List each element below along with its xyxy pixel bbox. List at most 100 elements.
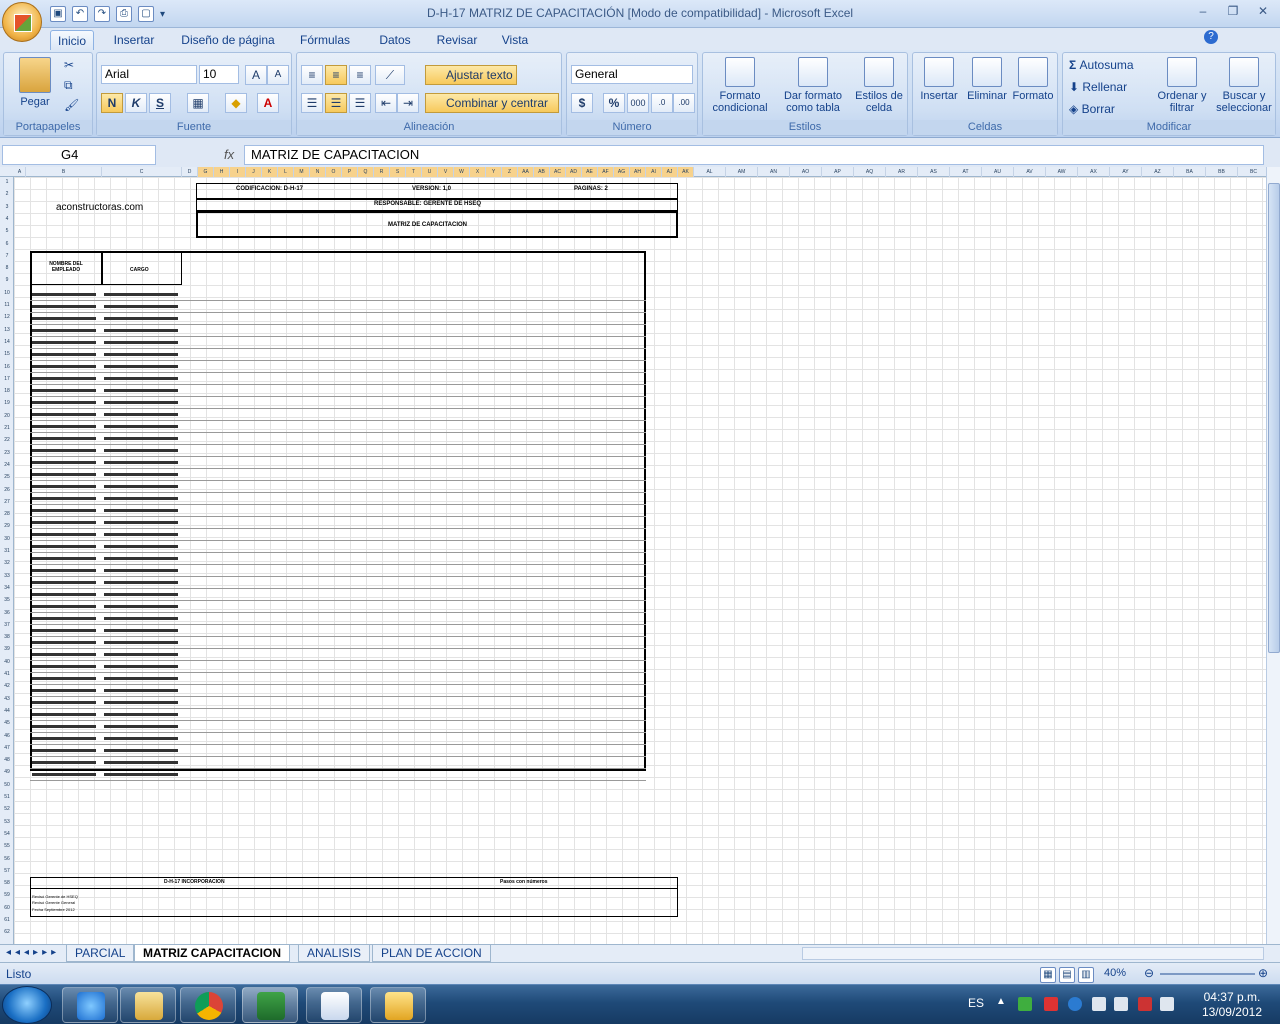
table-row[interactable] — [30, 756, 646, 757]
row-header[interactable]: 3 — [0, 204, 14, 210]
column-header[interactable]: AU — [982, 167, 1014, 177]
row-header[interactable]: 55 — [0, 843, 14, 849]
taskbar-ie-button[interactable] — [62, 987, 118, 1023]
column-header[interactable]: G — [198, 167, 214, 177]
row-header[interactable]: 5 — [0, 228, 14, 234]
row-header[interactable]: 15 — [0, 351, 14, 357]
row-header[interactable]: 17 — [0, 376, 14, 382]
language-indicator[interactable]: ES — [968, 996, 984, 1010]
increase-indent-icon[interactable]: ⇥ — [397, 93, 419, 113]
column-header[interactable]: W — [454, 167, 470, 177]
row-header[interactable]: 30 — [0, 536, 14, 542]
row-header[interactable]: 16 — [0, 364, 14, 370]
row-header[interactable]: 14 — [0, 339, 14, 345]
row-header[interactable]: 18 — [0, 388, 14, 394]
table-row[interactable] — [30, 552, 646, 553]
decrease-decimal-icon[interactable]: .00 — [673, 93, 695, 113]
taskbar-explorer-button[interactable] — [120, 987, 176, 1023]
tray-battery-icon[interactable] — [1160, 997, 1174, 1011]
increase-decimal-icon[interactable]: .0 — [651, 93, 673, 113]
table-row[interactable] — [30, 456, 646, 457]
row-header[interactable]: 19 — [0, 400, 14, 406]
minimize-button[interactable]: – — [1188, 2, 1218, 22]
table-row[interactable] — [30, 360, 646, 361]
font-color-icon[interactable]: A — [257, 93, 279, 113]
thousands-button[interactable]: 000 — [627, 93, 649, 113]
table-row[interactable] — [30, 780, 646, 781]
table-row[interactable] — [30, 576, 646, 577]
copy-icon[interactable]: ⧉ — [64, 75, 73, 95]
column-header[interactable]: U — [422, 167, 438, 177]
row-header[interactable]: 41 — [0, 671, 14, 677]
row-header[interactable]: 58 — [0, 880, 14, 886]
table-row[interactable] — [30, 420, 646, 421]
column-header[interactable]: BC — [1238, 167, 1266, 177]
row-header[interactable]: 38 — [0, 634, 14, 640]
fill-color-icon[interactable]: ◆ — [225, 93, 247, 113]
tray-monitor-icon[interactable] — [1114, 997, 1128, 1011]
column-header[interactable]: AZ — [1142, 167, 1174, 177]
orientation-icon[interactable]: ⟋ — [375, 65, 405, 85]
row-header[interactable]: 51 — [0, 794, 14, 800]
column-header[interactable]: AY — [1110, 167, 1142, 177]
table-row[interactable] — [30, 300, 646, 301]
ribbon-tab-inicio[interactable]: Inicio — [50, 30, 94, 50]
normal-view-icon[interactable]: ▦ — [1040, 967, 1056, 983]
clear-button[interactable]: ◈ Borrar — [1069, 99, 1115, 119]
row-header[interactable]: 54 — [0, 831, 14, 837]
column-header[interactable]: AL — [694, 167, 726, 177]
row-header[interactable]: 20 — [0, 413, 14, 419]
column-header[interactable]: AA — [518, 167, 534, 177]
taskbar-outlook-button[interactable] — [370, 987, 426, 1023]
table-row[interactable] — [30, 408, 646, 409]
table-row[interactable] — [30, 492, 646, 493]
column-header[interactable]: R — [374, 167, 390, 177]
conditional-format-button[interactable]: Formato condicional — [707, 57, 773, 114]
table-row[interactable] — [30, 528, 646, 529]
row-header[interactable]: 25 — [0, 474, 14, 480]
column-header[interactable]: AK — [678, 167, 694, 177]
align-bottom-icon[interactable]: ≡ — [349, 65, 371, 85]
vertical-scroll-thumb[interactable] — [1268, 183, 1280, 653]
column-header[interactable]: B — [26, 167, 102, 177]
row-header[interactable]: 40 — [0, 659, 14, 665]
font-name-select[interactable]: Arial — [101, 65, 197, 84]
table-row[interactable] — [30, 540, 646, 541]
column-header[interactable]: AI — [646, 167, 662, 177]
align-center-icon[interactable]: ☰ — [325, 93, 347, 113]
taskbar-paint-button[interactable] — [306, 987, 362, 1023]
column-header[interactable]: P — [342, 167, 358, 177]
table-row[interactable] — [30, 480, 646, 481]
table-row[interactable] — [30, 600, 646, 601]
column-header[interactable]: C — [102, 167, 182, 177]
table-row[interactable] — [30, 564, 646, 565]
merge-center-button[interactable]: Combinar y centrar — [425, 93, 559, 113]
table-row[interactable] — [30, 672, 646, 673]
column-header[interactable]: BA — [1174, 167, 1206, 177]
row-header[interactable]: 50 — [0, 782, 14, 788]
row-header[interactable]: 62 — [0, 929, 14, 935]
row-header[interactable]: 31 — [0, 548, 14, 554]
row-header[interactable]: 36 — [0, 610, 14, 616]
column-header[interactable]: A — [14, 167, 26, 177]
bold-button[interactable]: N — [101, 93, 123, 113]
column-header[interactable]: AS — [918, 167, 950, 177]
column-header[interactable]: AF — [598, 167, 614, 177]
column-header[interactable]: AO — [790, 167, 822, 177]
table-row[interactable] — [30, 504, 646, 505]
ribbon-tab-datos[interactable]: Datos — [370, 30, 420, 50]
ribbon-tab-insertar[interactable]: Insertar — [106, 30, 162, 50]
column-header[interactable]: Y — [486, 167, 502, 177]
font-size-select[interactable]: 10 — [199, 65, 239, 84]
row-header[interactable]: 49 — [0, 769, 14, 775]
row-header[interactable]: 52 — [0, 806, 14, 812]
row-header[interactable]: 10 — [0, 290, 14, 296]
tray-flag-icon[interactable] — [1092, 997, 1106, 1011]
table-row[interactable] — [30, 432, 646, 433]
help-icon[interactable]: ? — [1204, 30, 1218, 44]
shrink-font-icon[interactable]: A — [267, 65, 289, 85]
row-header[interactable]: 2 — [0, 191, 14, 197]
row-header[interactable]: 32 — [0, 560, 14, 566]
zoom-out-icon[interactable]: ⊖ — [1144, 966, 1154, 980]
sort-filter-button[interactable]: Ordenar y filtrar — [1153, 57, 1211, 114]
